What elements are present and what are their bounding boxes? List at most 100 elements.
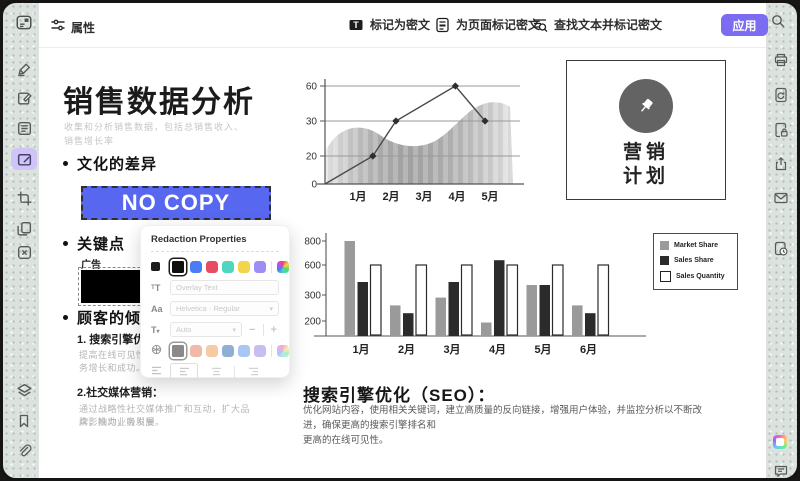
chip-separator [271, 261, 272, 273]
highlighter-icon[interactable] [15, 59, 33, 77]
color-swatch[interactable] [170, 259, 186, 275]
search-text-icon [532, 17, 548, 33]
chevron-down-icon: ▾ [269, 305, 273, 313]
file-refresh-icon[interactable] [772, 86, 790, 104]
pm-separator [263, 324, 264, 336]
section-culture: 文化的差异 [63, 153, 157, 174]
align-right-button[interactable] [240, 363, 266, 381]
pages-icon[interactable] [15, 219, 33, 237]
svg-text:0: 0 [311, 180, 317, 191]
custom-color-wheel[interactable] [277, 261, 289, 273]
bullet-dot [63, 161, 68, 166]
fill-color-icon [151, 262, 165, 271]
bookmark-icon[interactable] [15, 412, 33, 430]
legend-label: Sales Quantity [676, 273, 725, 280]
color-swatch[interactable] [190, 345, 202, 357]
marketing-plan-card: 营销 计划 [566, 60, 726, 200]
svg-text:300: 300 [304, 291, 321, 302]
ai-assistant-icon[interactable] [773, 435, 787, 449]
legend-item: Sales Quantity [660, 271, 731, 282]
item1-body-2: 务增长和成功。 [79, 362, 146, 375]
comment-icon[interactable] [772, 462, 790, 480]
color-swatch[interactable] [238, 261, 250, 273]
popup-title: Redaction Properties [151, 234, 279, 245]
svg-text:20: 20 [306, 152, 318, 163]
svg-text:600: 600 [304, 261, 321, 272]
page-redact-icon [435, 17, 450, 33]
no-copy-redaction-mark[interactable]: NO COPY [81, 186, 271, 220]
fill-color-chips [170, 259, 266, 275]
increase-size-button[interactable]: + [269, 324, 280, 336]
text-color-chips [170, 343, 266, 359]
section-keypoints: 关键点 [63, 233, 125, 254]
seo-body: 优化网站内容，使用相关关键词，建立高质量的反向链接，增强用户体验，并监控分析以不… [303, 403, 708, 448]
reader-view-icon[interactable] [15, 119, 33, 137]
document-subtitle-1: 收集和分析销售数据，包括总销售收入、 [64, 120, 244, 133]
legend-item: Market Share [660, 241, 731, 250]
svg-text:3月: 3月 [443, 343, 460, 356]
svg-text:800: 800 [304, 237, 321, 248]
file-history-icon[interactable] [772, 240, 790, 258]
font-icon: Aa [151, 304, 165, 314]
color-swatch[interactable] [190, 261, 202, 273]
redact-text-icon: T [348, 17, 364, 33]
pushpin-icon [634, 94, 658, 118]
document-title: 销售数据分析 [63, 77, 255, 121]
sales-bar-chart: 2003006008001月2月3月4月5月6月 [298, 225, 653, 365]
redaction-tool-icon[interactable] [15, 150, 33, 168]
color-swatch[interactable] [238, 345, 250, 357]
item2-body-2: 众，推动业务发展。 [79, 416, 259, 429]
search-icon[interactable] [769, 12, 787, 30]
align-center-button[interactable] [203, 363, 229, 381]
overlay-text-row: ᵀT Overlay Text [151, 280, 279, 295]
sidebar-toggle-icon[interactable] [15, 13, 33, 31]
overlay-text-icon: ᵀT [151, 283, 165, 293]
file-lock-icon[interactable] [772, 121, 790, 139]
attachment-icon[interactable] [15, 442, 33, 460]
legend-swatch [660, 256, 669, 265]
share-icon[interactable] [772, 155, 790, 173]
svg-text:4月: 4月 [489, 343, 506, 356]
svg-text:2月: 2月 [398, 343, 415, 356]
find-redaction-button[interactable]: 查找文本并标记密文 [532, 16, 662, 33]
color-swatch[interactable] [170, 343, 186, 359]
color-swatch[interactable] [222, 345, 234, 357]
font-size-select[interactable]: Auto▾ [170, 322, 242, 337]
legend-label: Market Share [674, 242, 718, 249]
svg-text:60: 60 [306, 82, 318, 93]
color-swatch[interactable] [254, 345, 266, 357]
custom-text-color-wheel[interactable] [277, 345, 289, 357]
svg-text:30: 30 [306, 117, 318, 128]
chevron-down-icon: ▾ [232, 326, 236, 334]
legend-item: Sales Share [660, 256, 731, 265]
mail-icon[interactable] [772, 189, 790, 207]
color-swatch[interactable] [254, 261, 266, 273]
color-swatch[interactable] [206, 261, 218, 273]
layers-icon[interactable] [15, 381, 33, 399]
align-left-button[interactable] [170, 363, 198, 380]
chip-separator [271, 345, 272, 357]
color-swatch[interactable] [206, 345, 218, 357]
properties-sliders-icon[interactable] [49, 16, 67, 34]
page-redaction-button[interactable]: 为页面标记密文 [435, 16, 540, 33]
svg-text:200: 200 [304, 317, 321, 328]
font-select[interactable]: Helvetica · Regular▾ [170, 301, 279, 316]
properties-label: 属性 [71, 19, 95, 36]
decrease-size-button[interactable]: − [247, 324, 258, 336]
legend-swatch [660, 241, 669, 250]
pushpin-badge [619, 79, 673, 133]
delete-box-icon[interactable] [15, 243, 33, 261]
overlay-text-input[interactable]: Overlay Text [170, 280, 279, 295]
printer-icon[interactable] [772, 51, 790, 69]
crop-icon[interactable] [15, 189, 33, 207]
apply-button[interactable]: 应用 [721, 14, 768, 36]
svg-text:5月: 5月 [481, 190, 498, 203]
mark-redaction-button[interactable]: T 标记为密文 [348, 16, 430, 33]
note-edit-icon[interactable] [15, 89, 33, 107]
svg-text:2月: 2月 [382, 190, 399, 203]
text-color-icon [151, 344, 165, 357]
alignment-row [151, 364, 279, 379]
color-swatch[interactable] [222, 261, 234, 273]
svg-text:4月: 4月 [448, 190, 465, 203]
redaction-properties-popup: Redaction Properties ᵀT Overlay Text Aa … [140, 225, 290, 378]
